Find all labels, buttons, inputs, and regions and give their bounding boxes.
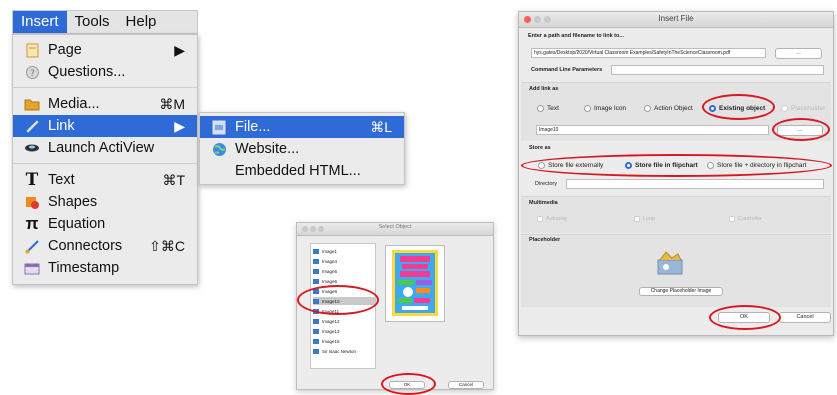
menu-item-equation[interactable]: π Equation — [13, 213, 197, 235]
store-as-label: Store as — [529, 145, 551, 151]
cancel-button[interactable]: Cancel — [448, 381, 484, 389]
list-item[interactable]: Image1 — [313, 247, 375, 255]
object-list: Image1 Image4 Image5 Image6 Image8 Image… — [310, 243, 376, 369]
submenu-item-website[interactable]: Website... — [200, 138, 404, 160]
radio-store-with-directory[interactable]: Store file + directory in flipchart — [707, 162, 806, 169]
radio-store-externally[interactable]: Store file externally — [538, 162, 603, 169]
link-submenu: File... ⌘L Website... Embedded HTML... — [199, 112, 405, 185]
list-item[interactable]: Image12 — [313, 317, 375, 325]
calendar-icon — [24, 260, 40, 276]
checkbox-loop[interactable]: Loop — [634, 216, 655, 222]
radio-text[interactable]: Text — [537, 105, 559, 112]
multimedia-label: Multimedia — [529, 200, 558, 206]
radio-existing-object[interactable]: Existing object — [709, 105, 765, 112]
svg-text:?: ? — [30, 69, 35, 79]
browse-button[interactable]: ... — [775, 48, 822, 59]
connector-icon — [24, 238, 40, 254]
menu-separator — [13, 163, 197, 164]
menu-item-connectors[interactable]: Connectors ⇧⌘C — [13, 235, 197, 257]
object-preview — [385, 245, 445, 322]
placeholder-label: Placeholder — [529, 237, 561, 243]
radio-action-object[interactable]: Action Object — [644, 105, 693, 112]
multimedia-section — [521, 196, 831, 233]
radio-store-in-flipchart[interactable]: Store file in flipchart — [625, 162, 698, 169]
list-item[interactable]: Image13 — [313, 327, 375, 335]
pi-icon: π — [25, 214, 39, 233]
menu-item-text[interactable]: T Text ⌘T — [13, 169, 197, 191]
media-folder-icon — [24, 96, 40, 112]
checkbox-autoplay[interactable]: Autoplay — [537, 216, 567, 222]
menu-item-timestamp[interactable]: Timestamp — [13, 257, 197, 279]
menu-help[interactable]: Help — [118, 11, 165, 33]
menu-tools[interactable]: Tools — [67, 11, 118, 33]
title-bar: Select Object — [297, 223, 493, 236]
page-icon — [24, 42, 40, 58]
placeholder-image-icon — [656, 250, 684, 278]
directory-label: Directory — [535, 181, 558, 187]
list-item[interactable]: Image15 — [313, 337, 375, 345]
checkbox-controller[interactable]: Controller — [729, 216, 762, 222]
insert-file-dialog: Insert File Enter a path and filename to… — [518, 11, 834, 336]
title-bar: Insert File — [519, 12, 833, 28]
submenu-arrow-icon: ▶ — [174, 41, 185, 58]
list-item[interactable]: Image6 — [313, 277, 375, 285]
science-lab-safety-poster-image — [392, 250, 438, 316]
menu-item-shapes[interactable]: Shapes — [13, 191, 197, 213]
actiview-icon — [24, 140, 40, 156]
menu-item-media[interactable]: Media... ⌘M — [13, 93, 197, 115]
text-icon: T — [25, 170, 39, 190]
list-item[interactable]: Image8 — [313, 287, 375, 295]
list-item[interactable]: Image11 — [313, 307, 375, 315]
radio-image-icon[interactable]: Image Icon — [584, 105, 626, 112]
submenu-arrow-icon: ▶ — [174, 117, 185, 134]
submenu-item-embedded-html[interactable]: Embedded HTML... — [200, 160, 404, 182]
menu-separator — [13, 87, 197, 88]
list-item[interactable]: Image4 — [313, 257, 375, 265]
ok-button[interactable]: OK — [389, 381, 425, 389]
change-placeholder-button[interactable]: Change Placeholder Image — [639, 287, 723, 296]
submenu-item-file[interactable]: File... ⌘L — [200, 116, 404, 138]
command-line-label: Command Line Parameters — [531, 67, 603, 73]
directory-input[interactable] — [566, 179, 824, 189]
path-input[interactable]: hys.gates/Desktop/2020/Virtual Classroom… — [531, 48, 766, 58]
object-browse-button[interactable]: ... — [777, 125, 823, 136]
list-item[interactable]: Sir Isaac Newton — [313, 347, 375, 355]
select-object-dialog: Select Object Image1 Image4 Image5 Image… — [296, 222, 494, 395]
dialog-title: Insert File — [658, 14, 694, 23]
shapes-icon — [24, 194, 40, 210]
list-item-selected[interactable]: Image10 — [313, 297, 375, 305]
menu-item-link[interactable]: Link ▶ — [13, 115, 197, 137]
link-icon — [24, 118, 40, 134]
path-label: Enter a path and filename to link to... — [528, 33, 624, 39]
menu-item-questions[interactable]: ? Questions... — [13, 61, 197, 83]
radio-placeholder[interactable]: Placeholder — [781, 105, 825, 112]
add-link-label: Add link as — [529, 86, 559, 92]
cancel-button[interactable]: Cancel — [779, 312, 831, 323]
questions-icon: ? — [24, 64, 40, 80]
file-icon — [211, 119, 227, 135]
dialog-title: Select Object — [378, 224, 412, 230]
menu-bar: Insert Tools Help — [12, 10, 198, 34]
insert-menu: Page ▶ ? Questions... Media... ⌘M Link ▶… — [12, 34, 198, 285]
menu-item-page[interactable]: Page ▶ — [13, 39, 197, 61]
globe-icon — [211, 141, 227, 157]
list-item[interactable]: Image5 — [313, 267, 375, 275]
ok-button[interactable]: OK — [718, 312, 770, 323]
menu-insert[interactable]: Insert — [13, 11, 67, 33]
object-name-input[interactable]: Image10 — [536, 125, 769, 135]
command-line-input[interactable] — [611, 65, 824, 75]
menu-item-launch-actiview[interactable]: Launch ActiView — [13, 137, 197, 159]
